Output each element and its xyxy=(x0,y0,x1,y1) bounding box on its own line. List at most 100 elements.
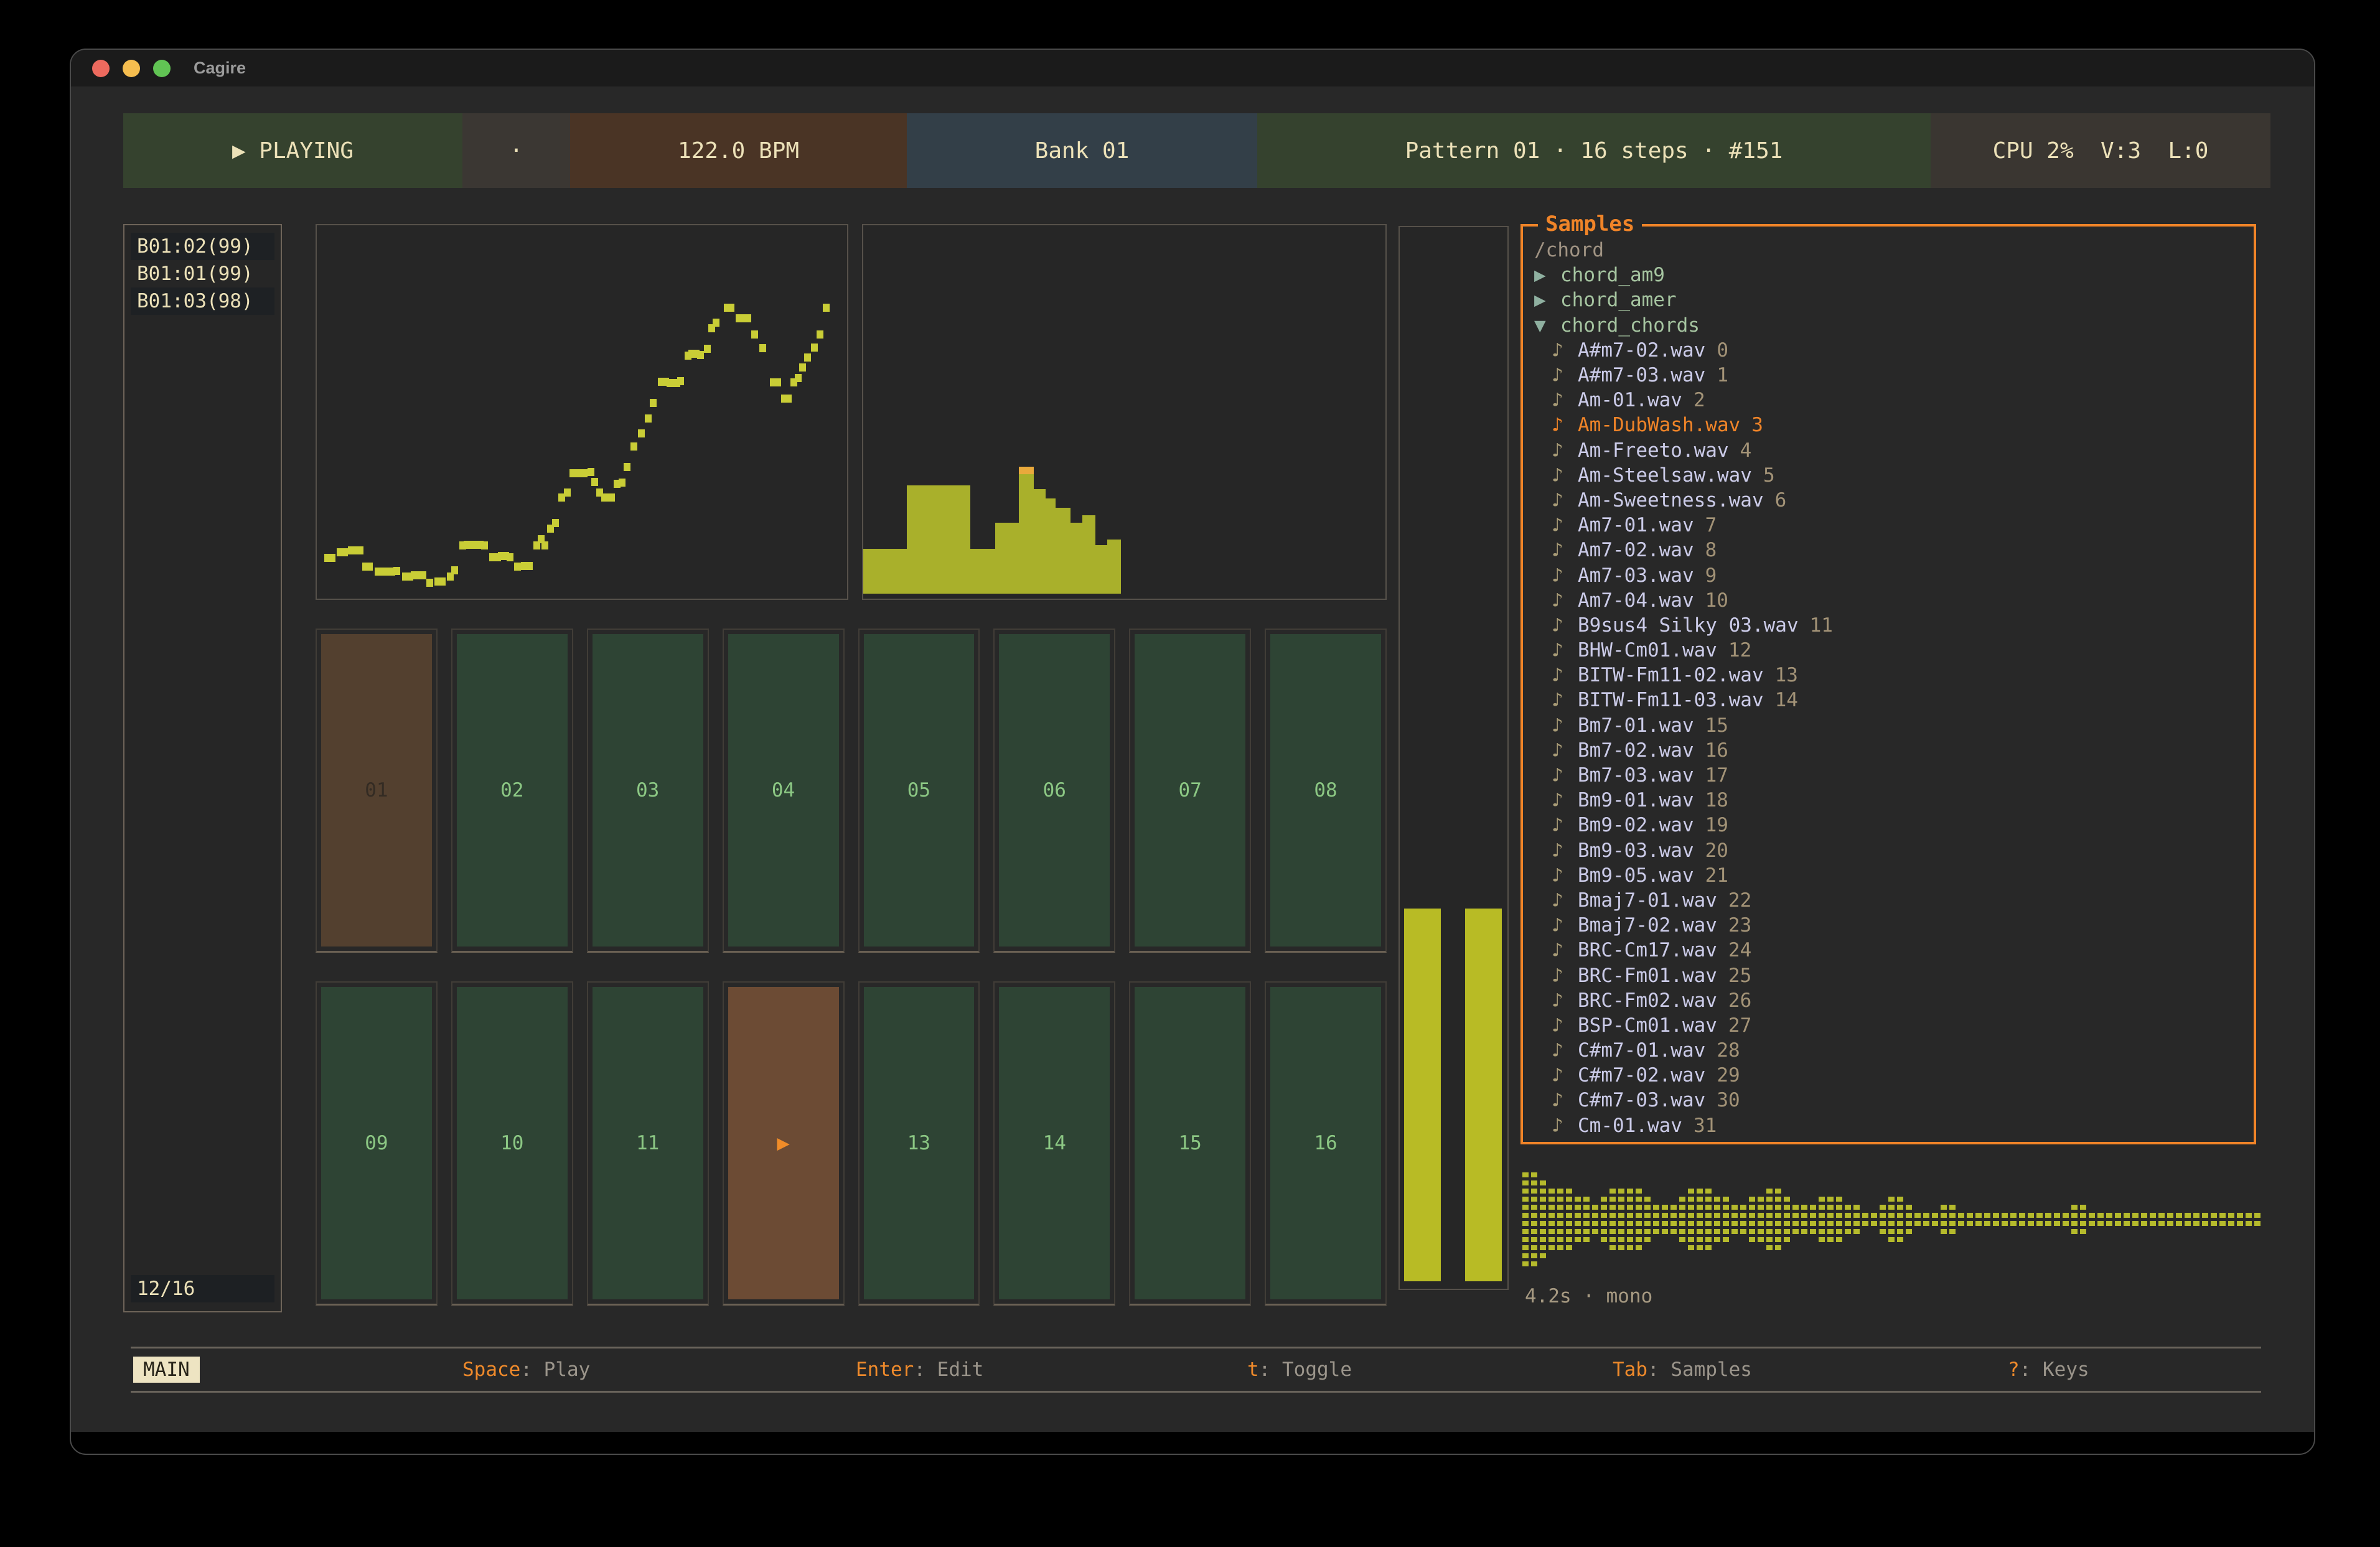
waveform-dash xyxy=(2150,1213,2156,1218)
sample-file-row[interactable]: ♪BSP-Cm01.wav27 xyxy=(1534,1013,2246,1038)
waveform-dash xyxy=(1583,1205,1590,1210)
waveform-dash xyxy=(1993,1221,1999,1226)
sample-file-name: C#m7-03.wav xyxy=(1578,1089,1705,1111)
folder-row[interactable]: ▼chord_chords xyxy=(1534,313,2246,338)
status-segment-bank[interactable]: Bank 01 xyxy=(907,113,1257,188)
waveform-dash xyxy=(2080,1213,2086,1218)
pattern-cell-04[interactable]: 04 xyxy=(723,629,845,953)
close-icon[interactable] xyxy=(92,60,110,77)
sample-file-row[interactable]: ♪Bmaj7-01.wav22 xyxy=(1534,888,2246,913)
sample-file-row[interactable]: ♪C#m7-03.wav30 xyxy=(1534,1088,2246,1113)
status-segment-transport[interactable]: ▶ PLAYING xyxy=(123,113,462,188)
status-segment-metronome[interactable]: · xyxy=(462,113,570,188)
waveform-dash xyxy=(1566,1237,1572,1242)
waveform-dash xyxy=(1688,1229,1694,1234)
track-list-item[interactable]: B01:02(99) xyxy=(131,233,274,260)
waveform-dash xyxy=(1705,1245,1712,1250)
sample-file-row[interactable]: ♪BRC-Fm01.wav25 xyxy=(1534,963,2246,988)
pattern-cell-10[interactable]: 10 xyxy=(451,981,573,1306)
pattern-cell-01[interactable]: 01 xyxy=(316,629,438,953)
pattern-cell-02[interactable]: 02 xyxy=(451,629,573,953)
sample-file-row[interactable]: ♪Bm7-01.wav15 xyxy=(1534,713,2246,738)
sample-file-row[interactable]: ♪Bm9-03.wav20 xyxy=(1534,838,2246,863)
pattern-cell-inner: 16 xyxy=(1270,987,1381,1299)
waveform-dash xyxy=(2237,1213,2243,1218)
sample-file-row[interactable]: ♪B9sus4 Silky 03.wav11 xyxy=(1534,613,2246,638)
pattern-cell-16[interactable]: 16 xyxy=(1265,981,1387,1306)
sample-file-row[interactable]: ♪Am7-01.wav7 xyxy=(1534,513,2246,538)
status-segment-bpm[interactable]: 122.0 BPM xyxy=(570,113,907,188)
key-hint-play[interactable]: Space: Play xyxy=(462,1358,590,1381)
waveform-dash xyxy=(1540,1253,1546,1258)
sample-file-index: 26 xyxy=(1728,989,1751,1012)
sample-file-row[interactable]: ♪BRC-Fm02.wav26 xyxy=(1534,988,2246,1013)
sample-file-row[interactable]: ♪A#m7-03.wav1 xyxy=(1534,363,2246,388)
waveform-dash xyxy=(1670,1229,1677,1234)
sample-file-row[interactable]: ♪Am7-02.wav8 xyxy=(1534,538,2246,563)
key-hint-toggle[interactable]: t: Toggle xyxy=(1247,1358,1352,1381)
sample-file-row[interactable]: ♪Am-DubWash.wav3 xyxy=(1534,413,2246,437)
waveform-dash xyxy=(1557,1197,1563,1202)
sample-file-row[interactable]: ♪C#m7-01.wav28 xyxy=(1534,1038,2246,1063)
waveform-dash xyxy=(1653,1221,1659,1226)
track-list-item[interactable]: B01:01(99) xyxy=(131,260,274,287)
sample-file-row[interactable]: ♪Am-Freeto.wav4 xyxy=(1534,438,2246,463)
key-hint-edit[interactable]: Enter: Edit xyxy=(856,1358,983,1381)
sample-file-row[interactable]: ♪C#m7-02.wav29 xyxy=(1534,1063,2246,1088)
waveform-dash xyxy=(1723,1229,1729,1234)
folder-row[interactable]: ▶chord_am9 xyxy=(1534,263,2246,287)
pattern-cell-03[interactable]: 03 xyxy=(587,629,709,953)
sample-file-row[interactable]: ♪BITW-Fm11-03.wav14 xyxy=(1534,688,2246,713)
waveform-dash xyxy=(1522,1180,1529,1185)
waveform-dash xyxy=(1923,1213,1929,1218)
pattern-cell-11[interactable]: 11 xyxy=(587,981,709,1306)
maximize-icon[interactable] xyxy=(153,60,171,77)
pattern-cell-05[interactable]: 05 xyxy=(858,629,980,953)
sample-file-row[interactable]: ♪Cm-01.wav31 xyxy=(1534,1113,2246,1138)
waveform-dash xyxy=(2054,1213,2060,1218)
waveform-dash xyxy=(2019,1221,2025,1226)
waveform-dash xyxy=(1583,1229,1590,1234)
pattern-cell-14[interactable]: 14 xyxy=(993,981,1115,1306)
track-list-item[interactable]: B01:03(98) xyxy=(131,287,274,315)
waveform-dash xyxy=(1731,1229,1738,1234)
sample-file-row[interactable]: ♪Am-Steelsaw.wav5 xyxy=(1534,463,2246,488)
status-segment-pattern[interactable]: Pattern 01 · 16 steps · #151 xyxy=(1257,113,1931,188)
sample-file-row[interactable]: ♪Am7-03.wav9 xyxy=(1534,563,2246,587)
sample-file-row[interactable]: ♪BHW-Cm01.wav12 xyxy=(1534,638,2246,663)
sample-file-name: BSP-Cm01.wav xyxy=(1578,1014,1717,1037)
sample-file-row[interactable]: ♪Bm9-01.wav18 xyxy=(1534,788,2246,813)
sample-file-row[interactable]: ♪BITW-Fm11-02.wav13 xyxy=(1534,663,2246,688)
pattern-cell-15[interactable]: 15 xyxy=(1129,981,1251,1306)
pattern-cell-09[interactable]: 09 xyxy=(316,981,438,1306)
pattern-cell-06[interactable]: 06 xyxy=(993,629,1115,953)
sample-file-row[interactable]: ♪Am7-04.wav10 xyxy=(1534,588,2246,613)
pattern-cell-13[interactable]: 13 xyxy=(858,981,980,1306)
key-hint-samples[interactable]: Tab: Samples xyxy=(1613,1358,1752,1381)
pattern-cell-07[interactable]: 07 xyxy=(1129,629,1251,953)
sample-file-row[interactable]: ♪Bm7-03.wav17 xyxy=(1534,763,2246,788)
sample-file-row[interactable]: ♪A#m7-02.wav0 xyxy=(1534,338,2246,363)
key-hint-keys[interactable]: ?: Keys xyxy=(2008,1358,2089,1381)
sample-file-name: Am7-04.wav xyxy=(1578,589,1694,612)
pattern-cell-inner: ▶ xyxy=(728,987,839,1299)
waveform-dash xyxy=(1775,1245,1781,1250)
music-note-icon: ♪ xyxy=(1552,764,1578,787)
sample-file-row[interactable]: ♪Bmaj7-02.wav23 xyxy=(1534,913,2246,938)
sample-file-row[interactable]: ♪BRC-Cm17.wav24 xyxy=(1534,938,2246,963)
pattern-cell-12[interactable]: ▶ xyxy=(723,981,845,1306)
sample-file-row[interactable]: ♪Am-Sweetness.wav6 xyxy=(1534,488,2246,513)
minimize-icon[interactable] xyxy=(123,60,140,77)
pattern-cell-08[interactable]: 08 xyxy=(1265,629,1387,953)
sample-file-row[interactable]: ♪Bm9-02.wav19 xyxy=(1534,813,2246,838)
scatter-point xyxy=(704,345,711,353)
pattern-cell-inner: 02 xyxy=(457,634,568,946)
waveform-dash xyxy=(2097,1221,2104,1226)
sample-file-row[interactable]: ♪Bm9-05.wav21 xyxy=(1534,863,2246,888)
sample-file-row[interactable]: ♪Am-01.wav2 xyxy=(1534,388,2246,413)
waveform-dash xyxy=(1723,1237,1729,1242)
sample-file-row[interactable]: ♪Bm7-02.wav16 xyxy=(1534,738,2246,763)
music-note-icon: ♪ xyxy=(1552,639,1578,661)
folder-row[interactable]: ▶chord_amer xyxy=(1534,287,2246,312)
waveform-dash xyxy=(1522,1221,1529,1226)
